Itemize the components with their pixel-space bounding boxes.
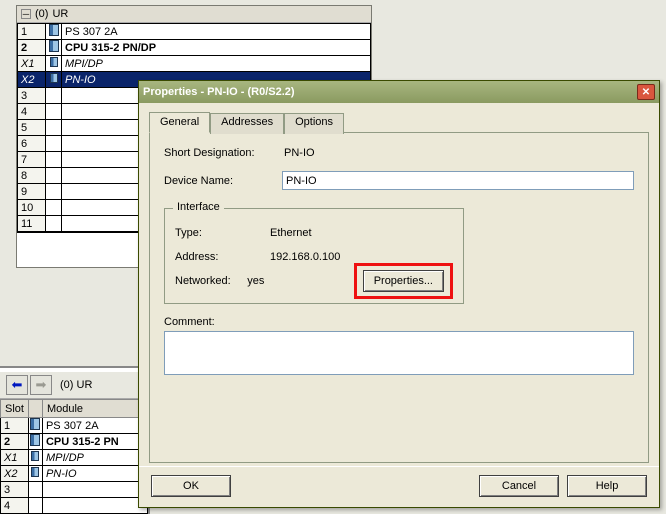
rack-row[interactable]: 2 CPU 315-2 PN/DP: [18, 40, 371, 56]
module-icon: [46, 104, 62, 120]
dialog-title: Properties - PN-IO - (R0/S2.2): [143, 86, 295, 98]
row-module: [42, 498, 147, 514]
module-icon: [28, 482, 42, 498]
comment-textarea[interactable]: [164, 331, 634, 375]
rack-slot: X1: [18, 56, 46, 72]
rack-row[interactable]: 1 PS 307 2A: [18, 24, 371, 40]
table-row[interactable]: 1 PS 307 2A: [1, 418, 148, 434]
tabstrip: General Addresses Options: [149, 111, 649, 133]
properties-dialog: Properties - PN-IO - (R0/S2.2) ✕ General…: [138, 80, 660, 508]
rack-slot: 1: [18, 24, 46, 40]
module-icon: [46, 120, 62, 136]
tab-options[interactable]: Options: [284, 113, 344, 134]
comment-label: Comment:: [164, 316, 634, 328]
iface-address-value: 192.168.0.100: [270, 251, 410, 263]
rack-slot: 8: [18, 168, 46, 184]
module-icon: [46, 168, 62, 184]
module-icon: [28, 434, 42, 450]
module-icon: [28, 450, 42, 466]
rack-title-bar: ─ (0) UR: [17, 6, 371, 23]
col-slot[interactable]: Slot: [1, 400, 29, 418]
row-slot: 3: [1, 482, 29, 498]
row-module: [42, 482, 147, 498]
device-name-input[interactable]: [282, 171, 634, 190]
rack-module: MPI/DP: [62, 56, 371, 72]
nav-label: (0) UR: [60, 379, 92, 391]
iface-type-label: Type:: [175, 227, 270, 239]
table-row[interactable]: 3: [1, 482, 148, 498]
properties-button-highlight: Properties...: [354, 263, 453, 299]
rack-title-text: UR: [52, 8, 68, 20]
rack-slot: 11: [18, 216, 46, 232]
rack-slot: X2: [18, 72, 46, 88]
row-module: PS 307 2A: [42, 418, 147, 434]
rack-slot: 4: [18, 104, 46, 120]
tab-general[interactable]: General: [149, 112, 210, 133]
module-icon: [46, 88, 62, 104]
table-row[interactable]: X2 PN-IO: [1, 466, 148, 482]
module-icon: [46, 40, 62, 56]
row-slot: X2: [1, 466, 29, 482]
row-slot: 4: [1, 498, 29, 514]
rack-module: PS 307 2A: [62, 24, 371, 40]
rack-title-prefix: (0): [35, 8, 48, 20]
module-table: Slot Module 1 PS 307 2A 2 CPU 315-2 PN X1 MPI…: [0, 399, 148, 514]
rack-row[interactable]: X1 MPI/DP: [18, 56, 371, 72]
interface-properties-button[interactable]: Properties...: [363, 270, 444, 292]
table-row[interactable]: 4: [1, 498, 148, 514]
module-icon: [28, 418, 42, 434]
cancel-button[interactable]: Cancel: [479, 475, 559, 497]
short-designation-label: Short Designation:: [164, 147, 282, 159]
col-icon: [28, 400, 42, 418]
rack-module: CPU 315-2 PN/DP: [62, 40, 371, 56]
nav-forward-button[interactable]: ➡: [30, 375, 52, 395]
tab-addresses[interactable]: Addresses: [210, 113, 284, 134]
module-list-pane: ⬅ ➡ (0) UR Slot Module 1 PS 307 2A 2 CPU 31…: [0, 366, 150, 514]
rack-slot: 9: [18, 184, 46, 200]
rack-slot: 7: [18, 152, 46, 168]
iface-networked-label: Networked:: [175, 275, 247, 287]
rack-slot: 5: [18, 120, 46, 136]
module-icon: [46, 184, 62, 200]
iface-type-value: Ethernet: [270, 227, 410, 239]
module-icon: [28, 466, 42, 482]
module-icon: [46, 200, 62, 216]
short-designation-value: PN-IO: [282, 147, 315, 159]
module-icon: [46, 216, 62, 232]
dialog-body: General Addresses Options Short Designat…: [139, 103, 659, 466]
module-icon: [46, 136, 62, 152]
iface-networked-value: yes: [247, 275, 353, 287]
interface-groupbox: Interface Type: Ethernet Address: 192.16…: [164, 208, 464, 304]
row-module: PN-IO: [42, 466, 147, 482]
nav-back-button[interactable]: ⬅: [6, 375, 28, 395]
rack-slot: 2: [18, 40, 46, 56]
rack-collapse-icon[interactable]: ─: [21, 9, 31, 19]
col-module[interactable]: Module: [42, 400, 147, 418]
iface-address-label: Address:: [175, 251, 270, 263]
module-icon: [46, 24, 62, 40]
module-icon: [46, 56, 62, 72]
close-icon[interactable]: ✕: [637, 84, 655, 100]
row-slot: X1: [1, 450, 29, 466]
module-icon: [46, 152, 62, 168]
table-row[interactable]: 2 CPU 315-2 PN: [1, 434, 148, 450]
rack-slot: 3: [18, 88, 46, 104]
tab-panel-general: Short Designation: PN-IO Device Name: In…: [149, 133, 649, 463]
module-nav-bar: ⬅ ➡ (0) UR: [0, 372, 148, 399]
help-button[interactable]: Help: [567, 475, 647, 497]
module-icon: [46, 72, 62, 88]
rack-slot: 10: [18, 200, 46, 216]
row-module: CPU 315-2 PN: [42, 434, 147, 450]
ok-button[interactable]: OK: [151, 475, 231, 497]
row-slot: 1: [1, 418, 29, 434]
interface-legend: Interface: [173, 201, 224, 213]
module-icon: [28, 498, 42, 514]
rack-slot: 6: [18, 136, 46, 152]
device-name-label: Device Name:: [164, 175, 282, 187]
row-module: MPI/DP: [42, 450, 147, 466]
dialog-button-bar: OK Cancel Help: [139, 466, 659, 507]
dialog-titlebar[interactable]: Properties - PN-IO - (R0/S2.2) ✕: [139, 81, 659, 103]
row-slot: 2: [1, 434, 29, 450]
table-row[interactable]: X1 MPI/DP: [1, 450, 148, 466]
